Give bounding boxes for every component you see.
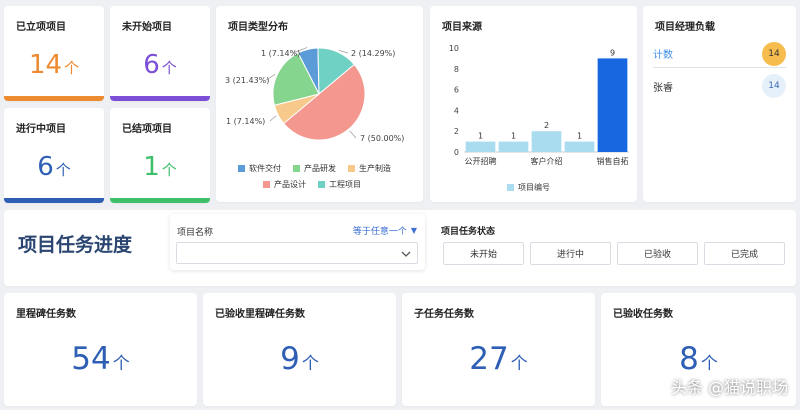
bar-data-label: 1 <box>577 132 582 141</box>
pm-row-count[interactable]: 计数 14 <box>653 40 786 68</box>
filter-operator-dropdown[interactable]: 等于任意一个 ▼ <box>353 224 417 237</box>
project-name-filter: 项目名称 等于任意一个 ▼ <box>170 214 425 270</box>
kpi-title: 已结项项目 <box>122 124 172 135</box>
kpi-value: 8个 <box>679 341 718 377</box>
watermark: 头条 @猫说职场 <box>670 378 788 397</box>
pie-leader-line <box>338 49 349 54</box>
kpi-title: 已验收任务数 <box>613 309 673 320</box>
x-tick-label: 销售自拓 <box>597 156 629 166</box>
pie-label-manufacturing: 1 (7.14%) <box>226 117 265 126</box>
legend-item[interactable]: 工程项目 <box>318 177 361 192</box>
status-label: 项目任务状态 <box>441 227 496 237</box>
status-completed-button[interactable]: 已完成 <box>704 242 785 265</box>
kpi-card-established: 已立项项目 14 个 <box>4 6 104 101</box>
kpi-card-closed: 已结项项目 1个 <box>110 108 210 203</box>
legend-item[interactable]: 产品研发 <box>293 161 336 176</box>
bar-data-label: 1 <box>478 132 483 141</box>
kpi-value: 14 个 <box>28 50 80 80</box>
kpi-title: 进行中项目 <box>16 124 66 135</box>
y-tick-label: 0 <box>454 148 459 157</box>
y-tick-label: 8 <box>454 65 459 74</box>
pie-leader-line <box>349 130 357 139</box>
pie-label-engineering: 2 (14.29%) <box>351 49 395 58</box>
status-in-progress-button[interactable]: 进行中 <box>530 242 611 265</box>
kpi-title: 里程碑任务数 <box>16 309 76 320</box>
kpi-accent-bar <box>4 96 104 101</box>
y-tick-label: 4 <box>454 106 459 115</box>
y-tick-label: 6 <box>454 86 459 95</box>
project-name-select[interactable] <box>176 242 418 264</box>
pie-label-software: 1 (7.14%) <box>261 49 300 58</box>
pm-row-badge: 14 <box>762 74 786 98</box>
kpi-card-in-progress: 进行中项目 6个 <box>4 108 104 203</box>
chevron-down-icon <box>401 251 411 257</box>
caret-down-icon: ▼ <box>410 226 417 235</box>
bar[interactable] <box>465 141 496 152</box>
kpi-title: 已立项项目 <box>16 22 66 33</box>
kpi-title: 已验收里程碑任务数 <box>215 309 305 320</box>
x-tick-label: 公开招聘 <box>465 156 497 166</box>
bar-chart: 0 2 4 6 8 10 1 公开招聘 1 2 客户介绍 1 9 销售自拓 <box>449 44 629 166</box>
bar-data-label: 2 <box>544 121 549 130</box>
subtasks-card: 子任务任务数 27 个 <box>402 293 595 406</box>
kpi-value: 54 个 <box>71 341 130 377</box>
kpi-value: 9个 <box>280 341 319 377</box>
kpi-accent-bar <box>4 198 104 203</box>
kpi-value: 6个 <box>143 50 177 80</box>
pie-leader-line <box>269 115 277 122</box>
kpi-value: 27 个 <box>469 341 528 377</box>
section-title: 项目任务进度 <box>18 234 133 256</box>
filter-label: 项目名称 <box>177 228 214 238</box>
pm-title: 项目经理负载 <box>655 22 715 33</box>
y-tick-label: 10 <box>449 44 459 53</box>
pm-row-name: 计数 <box>653 50 673 61</box>
pie-label-design: 7 (50.00%) <box>360 134 404 143</box>
x-tick-label: 客户介绍 <box>531 156 563 166</box>
bar[interactable] <box>531 131 562 152</box>
pm-load-card: 项目经理负载 计数 14 张睿 14 <box>643 6 796 202</box>
pm-row-name: 张睿 <box>653 82 673 94</box>
pm-row-badge: 14 <box>762 41 786 66</box>
project-source-bar-card: 项目来源 0 2 4 6 8 10 1 公开招聘 1 2 客户介绍 1 9 销售自拓 项目编号 <box>430 6 637 202</box>
y-tick-label: 2 <box>454 127 459 136</box>
bar-data-label: 1 <box>511 132 516 141</box>
project-type-pie-card: 项目类型分布 1 (7.14%) 2 (14.29%) 7 (50.00%) 1… <box>216 6 423 202</box>
bar-data-label: 9 <box>610 48 615 57</box>
status-not-started-button[interactable]: 未开始 <box>443 242 524 265</box>
legend-item[interactable]: 项目编号 <box>507 182 550 193</box>
status-accepted-button[interactable]: 已验收 <box>617 242 698 265</box>
kpi-accent-bar <box>110 96 210 101</box>
legend-item[interactable]: 产品设计 <box>263 177 306 192</box>
kpi-card-not-started: 未开始项目 6个 <box>110 6 210 101</box>
pm-row-zhangrui[interactable]: 张睿 14 <box>653 72 786 100</box>
accepted-milestone-tasks-card: 已验收里程碑任务数 9个 <box>203 293 396 406</box>
bar-legend: 项目编号 <box>507 182 562 193</box>
kpi-value: 6个 <box>37 152 71 182</box>
milestone-tasks-card: 里程碑任务数 54 个 <box>4 293 197 406</box>
bar[interactable] <box>564 141 595 152</box>
kpi-title: 子任务任务数 <box>414 309 474 320</box>
pie-legend: 软件交付 产品研发 生产制造 产品设计 工程项目 <box>238 161 418 193</box>
bar[interactable] <box>597 58 628 152</box>
kpi-title: 未开始项目 <box>122 22 172 33</box>
legend-item[interactable]: 软件交付 <box>238 161 281 176</box>
bar[interactable] <box>498 141 529 152</box>
legend-item[interactable]: 生产制造 <box>348 161 391 176</box>
pie-label-rnd: 3 (21.43%) <box>225 76 269 85</box>
kpi-accent-bar <box>110 198 210 203</box>
kpi-value: 1个 <box>143 152 177 182</box>
